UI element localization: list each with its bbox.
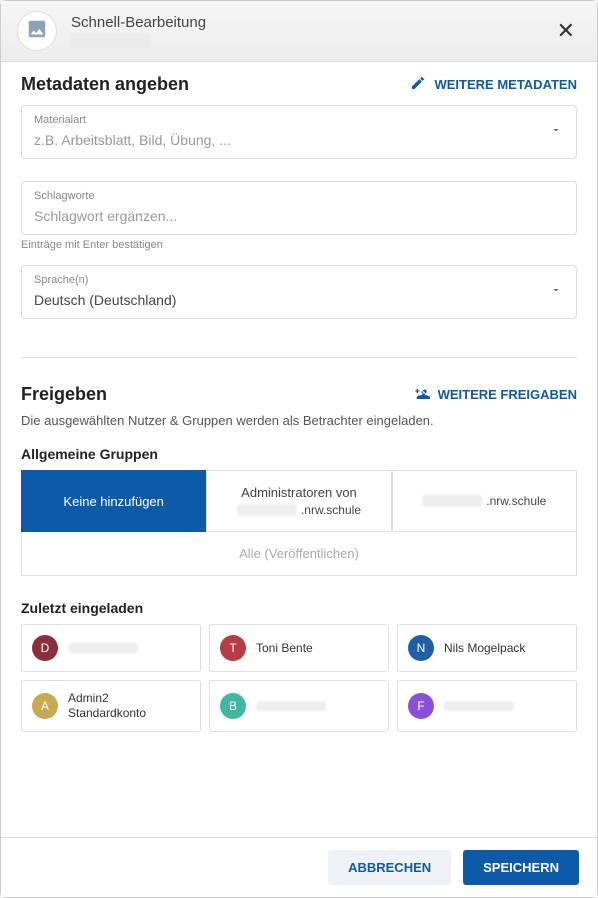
dialog-title: Schnell-Bearbeitung: [71, 14, 206, 31]
user-card[interactable]: F: [397, 680, 577, 732]
groups-subheading: Allgemeine Gruppen: [21, 446, 577, 462]
user-name: Admin2 Standardkonto: [68, 691, 190, 721]
dialog-body[interactable]: Metadaten angeben WEITERE METADATEN Mate…: [1, 62, 597, 837]
group-option-none-label: Keine hinzufügen: [63, 494, 163, 509]
redacted-text: [237, 504, 297, 516]
user-card[interactable]: D: [21, 624, 201, 672]
close-button[interactable]: ✕: [551, 14, 581, 48]
user-name: Toni Bente: [256, 641, 313, 656]
tags-input[interactable]: Schlagworte Schlagwort ergänzen...: [21, 181, 577, 235]
close-icon: ✕: [557, 18, 575, 43]
material-type-label: Materialart: [34, 114, 564, 126]
group-option-school[interactable]: .nrw.schule: [392, 470, 577, 532]
share-section-header: Freigeben WEITERE FREIGABEN: [21, 384, 577, 405]
avatar: N: [408, 635, 434, 661]
redacted-user-name: [444, 701, 514, 711]
chevron-down-icon: [550, 123, 562, 141]
group-selector: Keine hinzufügen Administratoren von .nr…: [21, 470, 577, 576]
avatar: T: [220, 635, 246, 661]
avatar: B: [220, 693, 246, 719]
more-share-link[interactable]: WEITERE FREIGABEN: [414, 385, 577, 404]
tags-label: Schlagworte: [34, 190, 564, 202]
group-admins-line1: Administratoren von: [241, 485, 357, 500]
language-value: Deutsch (Deutschland): [34, 292, 564, 308]
share-title: Freigeben: [21, 384, 107, 405]
user-card[interactable]: N Nils Mogelpack: [397, 624, 577, 672]
dialog-header: Schnell-Bearbeitung ✕: [1, 1, 597, 62]
redacted-user-name: [256, 701, 326, 711]
quick-edit-dialog: Schnell-Bearbeitung ✕ Metadaten angeben …: [0, 0, 598, 898]
dialog-footer: ABBRECHEN SPEICHERN: [1, 837, 597, 897]
avatar: F: [408, 693, 434, 719]
more-share-label: WEITERE FREIGABEN: [438, 387, 577, 402]
group-option-all-label: Alle (Veröffentlichen): [239, 546, 359, 561]
language-label: Sprache(n): [34, 274, 564, 286]
material-type-select[interactable]: Materialart z.B. Arbeitsblatt, Bild, Übu…: [21, 105, 577, 159]
section-divider: [21, 357, 577, 358]
user-card[interactable]: A Admin2 Standardkonto: [21, 680, 201, 732]
more-metadata-link[interactable]: WEITERE METADATEN: [410, 75, 577, 94]
chevron-down-icon: [550, 283, 562, 301]
user-name: Nils Mogelpack: [444, 641, 525, 656]
dialog-subtitle-placeholder: [71, 34, 151, 48]
group-add-icon: [414, 385, 430, 404]
group-option-admins[interactable]: Administratoren von .nrw.schule: [206, 470, 391, 532]
recent-users-grid: D T Toni Bente N Nils Mogelpack A Admin2…: [21, 624, 577, 732]
group-admins-line2: .nrw.schule: [301, 503, 361, 517]
redacted-user-name: [68, 643, 138, 653]
image-icon: [26, 18, 48, 45]
cancel-button[interactable]: ABBRECHEN: [328, 850, 451, 885]
metadata-title: Metadaten angeben: [21, 74, 189, 95]
material-type-placeholder: z.B. Arbeitsblatt, Bild, Übung, ...: [34, 132, 564, 148]
header-text: Schnell-Bearbeitung: [71, 14, 206, 48]
language-select[interactable]: Sprache(n) Deutsch (Deutschland): [21, 265, 577, 319]
tags-placeholder: Schlagwort ergänzen...: [34, 208, 564, 224]
share-description: Die ausgewählten Nutzer & Gruppen werden…: [21, 413, 577, 428]
recent-subheading: Zuletzt eingeladen: [21, 600, 577, 616]
metadata-section-header: Metadaten angeben WEITERE METADATEN: [21, 74, 577, 95]
more-metadata-label: WEITERE METADATEN: [434, 77, 577, 92]
redacted-text: [422, 495, 482, 507]
group-option-none[interactable]: Keine hinzufügen: [21, 470, 206, 532]
user-card[interactable]: B: [209, 680, 389, 732]
group-option-all[interactable]: Alle (Veröffentlichen): [21, 532, 577, 576]
preview-thumbnail: [17, 11, 57, 51]
tags-helper: Einträge mit Enter bestätigen: [21, 239, 577, 251]
avatar: A: [32, 693, 58, 719]
save-button[interactable]: SPEICHERN: [463, 850, 579, 885]
pencil-icon: [410, 75, 426, 94]
group-school-suffix: .nrw.schule: [486, 494, 546, 508]
user-card[interactable]: T Toni Bente: [209, 624, 389, 672]
avatar: D: [32, 635, 58, 661]
